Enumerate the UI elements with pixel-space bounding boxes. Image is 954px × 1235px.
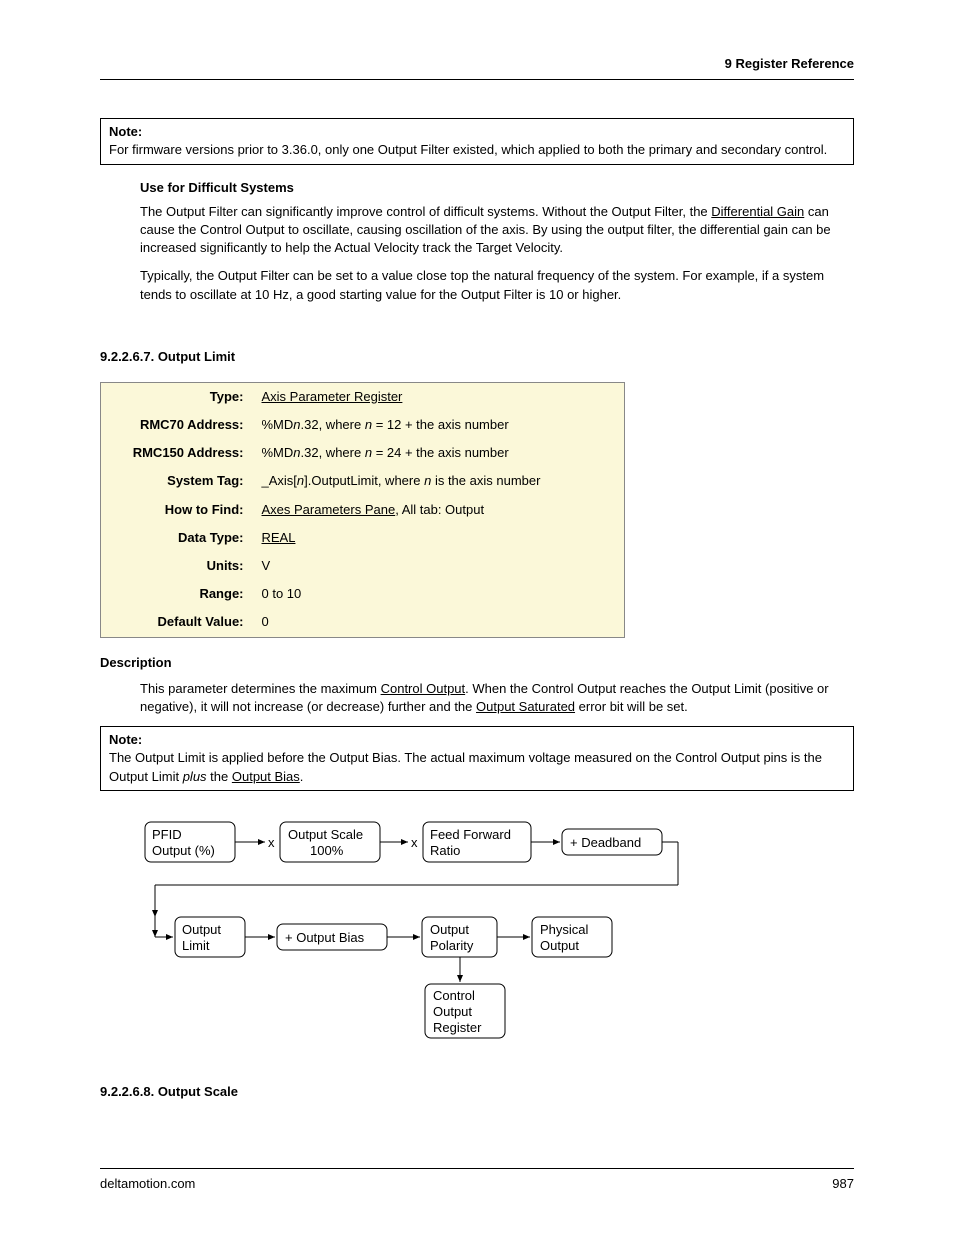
svg-text:Polarity: Polarity — [430, 938, 474, 953]
svg-text:Control: Control — [433, 988, 475, 1003]
row-systag: System Tag: _Axis[n].OutputLimit, where … — [101, 467, 625, 495]
chapter-title: 9 Register Reference — [725, 56, 854, 71]
svg-text:Output (%): Output (%) — [152, 843, 215, 858]
svg-text:Output: Output — [430, 922, 469, 937]
svg-text:Feed Forward: Feed Forward — [430, 827, 511, 842]
difficult-p1: The Output Filter can significantly impr… — [140, 203, 854, 258]
note-box-1: Note: For firmware versions prior to 3.3… — [100, 118, 854, 164]
link-output-bias[interactable]: Output Bias — [232, 769, 300, 784]
section-heading-output-limit: 9.2.2.6.7. Output Limit — [100, 348, 854, 366]
rmc150-label: RMC150 Address: — [101, 439, 256, 467]
row-default: Default Value: 0 — [101, 608, 625, 637]
range-value: 0 to 10 — [256, 580, 625, 608]
units-value: V — [256, 552, 625, 580]
svg-text:Output: Output — [540, 938, 579, 953]
link-control-output[interactable]: Control Output — [381, 681, 466, 696]
row-rmc70: RMC70 Address: %MDn.32, where n = 12 + t… — [101, 411, 625, 439]
footer-page: 987 — [832, 1175, 854, 1193]
link-axes-params-pane[interactable]: Axes Parameters Pane — [262, 502, 396, 517]
link-axis-param-register[interactable]: Axis Parameter Register — [262, 389, 403, 404]
flow-diagram: .box { fill:#fff; stroke:#000; stroke-wi… — [140, 817, 854, 1047]
svg-text:x: x — [268, 835, 275, 850]
difficult-p2: Typically, the Output Filter can be set … — [140, 267, 854, 303]
page-header: 9 Register Reference — [100, 55, 854, 80]
description-heading: Description — [100, 654, 854, 672]
footer-site: deltamotion.com — [100, 1175, 195, 1193]
rmc150-value: %MDn.32, where n = 24 + the axis number — [256, 439, 625, 467]
svg-text:Physical: Physical — [540, 922, 589, 937]
row-datatype: Data Type: REAL — [101, 524, 625, 552]
svg-text:100%: 100% — [310, 843, 344, 858]
note-box-2: Note: The Output Limit is applied before… — [100, 726, 854, 791]
howto-rest: , All tab: Output — [395, 502, 484, 517]
type-label: Type: — [101, 382, 256, 411]
row-type: Type: Axis Parameter Register — [101, 382, 625, 411]
svg-text:+ Output Bias: + Output Bias — [285, 930, 365, 945]
row-rmc150: RMC150 Address: %MDn.32, where n = 24 + … — [101, 439, 625, 467]
page-footer: deltamotion.com 987 — [100, 1168, 854, 1193]
svg-text:Output: Output — [182, 922, 221, 937]
note-body: For firmware versions prior to 3.36.0, o… — [109, 142, 827, 157]
svg-text:PFID: PFID — [152, 827, 182, 842]
row-howto: How to Find: Axes Parameters Pane, All t… — [101, 496, 625, 524]
range-label: Range: — [101, 580, 256, 608]
description-p1: This parameter determines the maximum Co… — [140, 680, 854, 716]
systag-value: _Axis[n].OutputLimit, where n is the axi… — [256, 467, 625, 495]
difficult-heading: Use for Difficult Systems — [140, 179, 854, 197]
row-range: Range: 0 to 10 — [101, 580, 625, 608]
section-heading-output-scale: 9.2.2.6.8. Output Scale — [100, 1083, 854, 1101]
note-label: Note: — [109, 124, 142, 139]
link-differential-gain[interactable]: Differential Gain — [711, 204, 804, 219]
svg-text:Output: Output — [433, 1004, 472, 1019]
svg-text:Output Scale: Output Scale — [288, 827, 363, 842]
param-table: Type: Axis Parameter Register RMC70 Addr… — [100, 382, 625, 638]
svg-text:Ratio: Ratio — [430, 843, 460, 858]
note2-label: Note: — [109, 732, 142, 747]
default-label: Default Value: — [101, 608, 256, 637]
svg-text:x: x — [411, 835, 418, 850]
link-real[interactable]: REAL — [262, 530, 296, 545]
datatype-label: Data Type: — [101, 524, 256, 552]
units-label: Units: — [101, 552, 256, 580]
row-units: Units: V — [101, 552, 625, 580]
howto-label: How to Find: — [101, 496, 256, 524]
rmc70-label: RMC70 Address: — [101, 411, 256, 439]
link-output-saturated[interactable]: Output Saturated — [476, 699, 575, 714]
svg-text:Limit: Limit — [182, 938, 210, 953]
default-value: 0 — [256, 608, 625, 637]
systag-label: System Tag: — [101, 467, 256, 495]
svg-text:+ Deadband: + Deadband — [570, 835, 641, 850]
rmc70-value: %MDn.32, where n = 12 + the axis number — [256, 411, 625, 439]
svg-text:Register: Register — [433, 1020, 482, 1035]
